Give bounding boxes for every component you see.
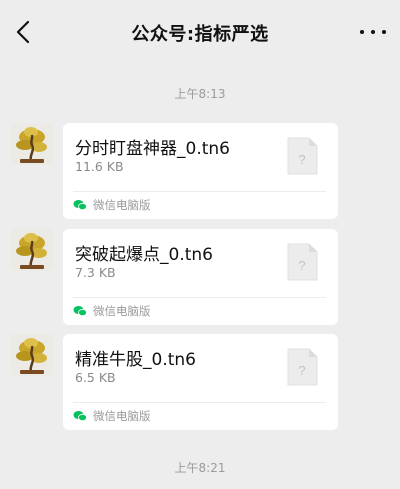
message-timestamp: 上午8:21 (174, 461, 226, 475)
file-message-bubble[interactable]: 精准牛股_0.tn6 6.5 KB ? 微信电脑版 (63, 334, 338, 430)
file-message-bubble[interactable]: 突破起爆点_0.tn6 7.3 KB ? 微信电脑版 (63, 229, 338, 325)
bonsai-avatar-image (11, 229, 53, 271)
message-source: 微信电脑版 (73, 407, 151, 425)
bubble-divider (73, 191, 326, 192)
top-bar: 公众号:指标严选 (0, 0, 400, 66)
avatar[interactable] (11, 229, 53, 271)
unknown-file-icon: ? (287, 243, 318, 281)
bonsai-avatar-image (11, 123, 53, 165)
chat-title: 公众号:指标严选 (131, 24, 269, 45)
source-label: 微信电脑版 (93, 304, 151, 318)
avatar[interactable] (11, 123, 53, 165)
file-size: 6.5 KB (75, 370, 116, 385)
file-size: 11.6 KB (75, 159, 124, 174)
file-name: 精准牛股_0.tn6 (75, 350, 196, 370)
bubble-divider (73, 297, 326, 298)
file-size: 7.3 KB (75, 265, 116, 280)
wechat-icon (73, 200, 87, 211)
message-source: 微信电脑版 (73, 196, 151, 214)
file-name: 分时盯盘神器_0.tn6 (75, 139, 230, 159)
more-button[interactable] (360, 22, 386, 42)
file-name: 突破起爆点_0.tn6 (75, 245, 213, 265)
source-label: 微信电脑版 (93, 409, 151, 423)
avatar[interactable] (11, 334, 53, 376)
bubble-divider (73, 402, 326, 403)
svg-text:?: ? (298, 363, 305, 378)
svg-text:?: ? (298, 258, 305, 273)
wechat-icon (73, 306, 87, 317)
message-source: 微信电脑版 (73, 302, 151, 320)
wechat-icon (73, 411, 87, 422)
message-timestamp: 上午8:13 (174, 87, 226, 101)
unknown-file-icon: ? (287, 137, 318, 175)
more-dots-icon (360, 30, 364, 34)
svg-text:?: ? (298, 152, 305, 167)
file-message-bubble[interactable]: 分时盯盘神器_0.tn6 11.6 KB ? 微信电脑版 (63, 123, 338, 219)
source-label: 微信电脑版 (93, 198, 151, 212)
unknown-file-icon: ? (287, 348, 318, 386)
bonsai-avatar-image (11, 334, 53, 376)
